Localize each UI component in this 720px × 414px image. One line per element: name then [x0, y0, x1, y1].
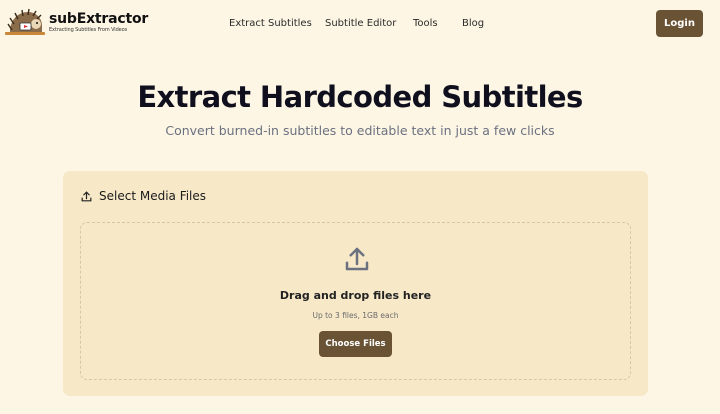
site-header: subExtractor Extracting Subtitles From V…: [0, 0, 720, 46]
login-button[interactable]: Login: [656, 10, 703, 37]
choose-files-button[interactable]: Choose Files: [319, 331, 392, 357]
upload-card: Select Media Files Drag and drop files h…: [63, 171, 648, 396]
upload-icon: [81, 191, 92, 201]
upload-card-title: Select Media Files: [99, 189, 207, 203]
dropzone-title: Drag and drop files here: [279, 289, 432, 302]
file-dropzone[interactable]: Drag and drop files here Up to 3 files, …: [80, 222, 631, 380]
nav-item-tools[interactable]: Tools: [413, 17, 438, 31]
upload-card-header: Select Media Files: [80, 188, 206, 204]
dropzone-hint: Up to 3 files, 1GB each: [312, 311, 399, 320]
nav-item-blog[interactable]: Blog: [462, 17, 484, 31]
nav-item-subtitle-editor[interactable]: Subtitle Editor: [325, 17, 396, 31]
page: subExtractor Extracting Subtitles From V…: [0, 0, 720, 414]
page-subtitle: Convert burned-in subtitles to editable …: [165, 123, 555, 138]
page-title: Extract Hardcoded Subtitles: [137, 80, 583, 114]
nav-item-extract-subtitles[interactable]: Extract Subtitles: [229, 17, 312, 31]
main-nav: Extract Subtitles Subtitle Editor Tools …: [0, 17, 720, 31]
upload-icon: [345, 247, 369, 271]
